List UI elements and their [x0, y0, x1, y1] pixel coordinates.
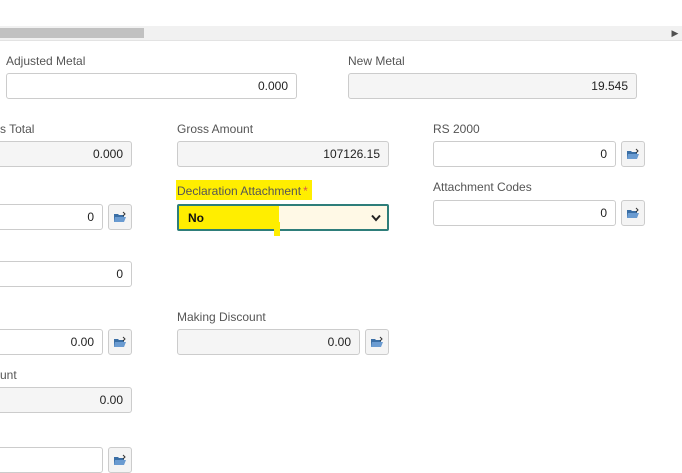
declaration-attachment-label-text: Declaration Attachment — [177, 184, 302, 198]
making-discount-field[interactable]: 0.00 — [177, 329, 360, 355]
new-metal-label: New Metal — [348, 54, 405, 68]
left-field-1[interactable]: 0 — [0, 204, 103, 230]
declaration-attachment-label: Declaration Attachment * — [177, 184, 308, 198]
required-asterisk: * — [303, 184, 308, 198]
left-field-1-attach-button[interactable] — [108, 204, 132, 230]
making-discount-label: Making Discount — [177, 310, 266, 324]
folder-attach-icon — [371, 336, 383, 347]
attachment-codes-field[interactable]: 0 — [433, 200, 616, 226]
scroll-right-arrow-icon[interactable]: ▶ — [670, 26, 680, 40]
scrollbar-thumb[interactable] — [0, 28, 144, 38]
rs-2000-label: RS 2000 — [433, 122, 480, 136]
making-discount-attach-button[interactable] — [365, 329, 389, 355]
folder-attach-icon — [114, 211, 126, 222]
left-field-5[interactable] — [0, 447, 103, 473]
left-field-2[interactable]: 0 — [0, 261, 132, 287]
rs-2000-field[interactable]: 0 — [433, 141, 616, 167]
folder-attach-icon — [114, 454, 126, 465]
select-highlight-tail — [274, 222, 280, 236]
amount-label: unt — [0, 368, 17, 382]
folder-attach-icon — [114, 336, 126, 347]
total-label: s Total — [0, 122, 35, 136]
chevron-down-icon — [371, 214, 381, 222]
left-field-3[interactable]: 0.00 — [0, 329, 103, 355]
declaration-attachment-select[interactable]: No — [177, 204, 389, 236]
adjusted-metal-label: Adjusted Metal — [6, 54, 86, 68]
left-field-3-attach-button[interactable] — [108, 329, 132, 355]
rs-2000-attach-button[interactable] — [621, 141, 645, 167]
new-metal-field[interactable]: 19.545 — [348, 73, 637, 99]
declaration-attachment-value: No — [188, 211, 204, 225]
gross-amount-label: Gross Amount — [177, 122, 254, 136]
attachment-codes-attach-button[interactable] — [621, 200, 645, 226]
folder-attach-icon — [627, 148, 639, 159]
amount-field[interactable]: 0.00 — [0, 387, 132, 413]
gross-amount-field[interactable]: 107126.15 — [177, 141, 389, 167]
attachment-codes-label: Attachment Codes — [433, 180, 532, 194]
left-field-5-attach-button[interactable] — [108, 447, 132, 473]
folder-attach-icon — [627, 207, 639, 218]
horizontal-scrollbar[interactable]: ▶ — [0, 26, 682, 41]
total-field[interactable]: 0.000 — [0, 141, 132, 167]
adjusted-metal-field[interactable]: 0.000 — [6, 73, 297, 99]
